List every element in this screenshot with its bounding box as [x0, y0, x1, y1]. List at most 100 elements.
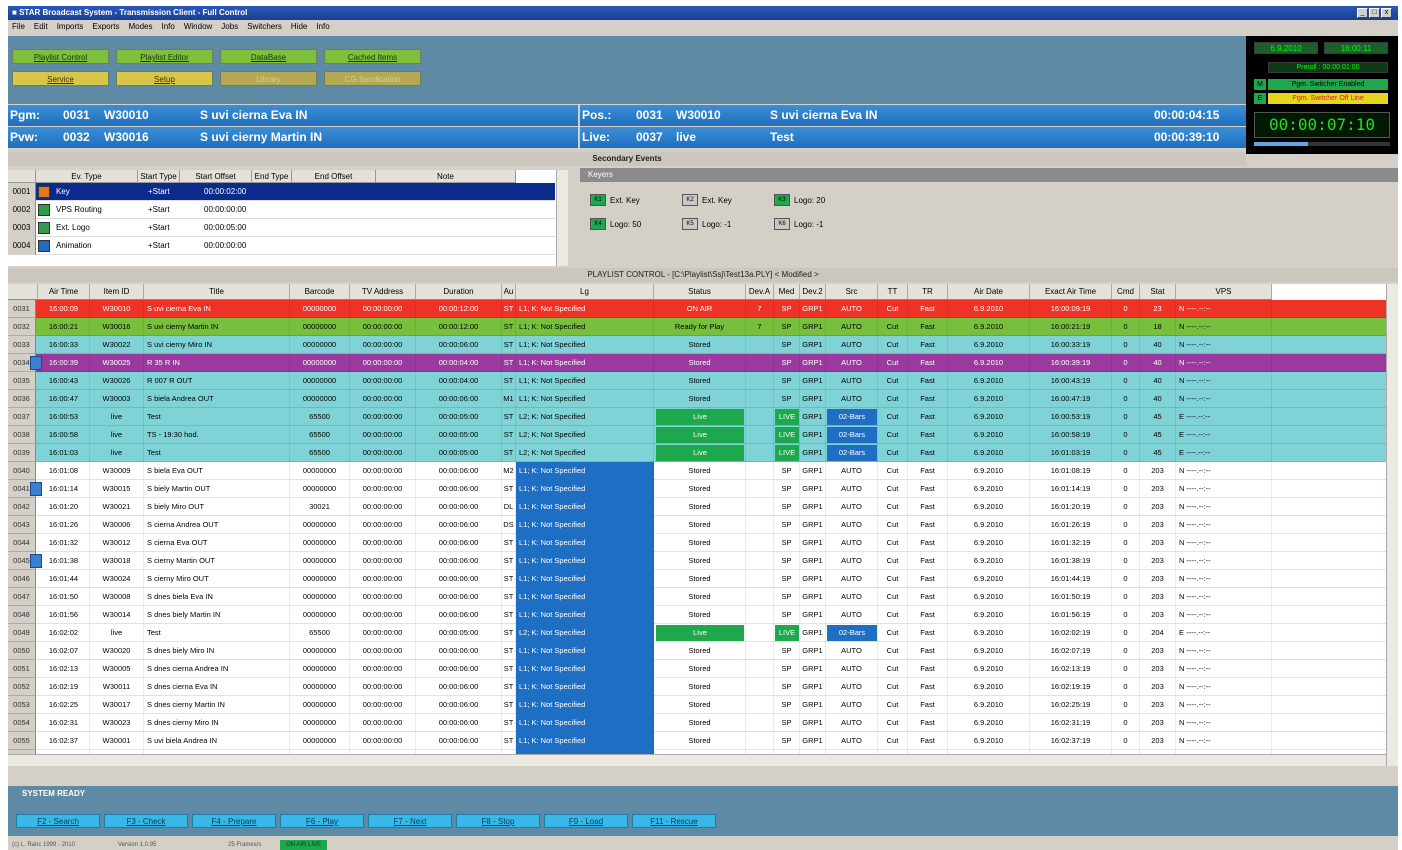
cell-vps: N ----.--:--	[1176, 336, 1272, 354]
playlist-column-header[interactable]: Dev.A	[746, 284, 774, 300]
playlist-row[interactable]: 0053 16:02:25 W30017 S dnes cierny Martin I…	[8, 696, 1386, 714]
function-key-button[interactable]: F2 - Search	[16, 814, 100, 828]
secondary-events-scrollbar[interactable]	[556, 170, 568, 266]
menu-item[interactable]: Exports	[92, 20, 119, 34]
keyer-toggle[interactable]: K5 Logo: -1	[682, 218, 731, 231]
playlist-column-header[interactable]: Cmd	[1112, 284, 1140, 300]
function-key-button[interactable]: F8 - Stop	[456, 814, 540, 828]
minimize-button[interactable]: _	[1357, 8, 1368, 18]
library-button[interactable]: Library	[220, 71, 317, 86]
cg-syndication-button[interactable]: CG Syndication	[324, 71, 421, 86]
secondary-event-row[interactable]: 0001 Key +Start 00:00:02:00	[8, 183, 555, 201]
playlist-row[interactable]: 0035 16:00:43 W30026 R 007 R OUT 00000000 00:…	[8, 372, 1386, 390]
secondary-events-column-header[interactable]: Start Type	[138, 170, 180, 183]
playlist-row[interactable]: 0043 16:01:26 W30006 S cierna Andrea OUT 000…	[8, 516, 1386, 534]
cell-date: 6.9.2010	[948, 714, 1030, 732]
playlist-row[interactable]: 0049 16:02:02 live Test 65500 00:00:00:00 00:0…	[8, 624, 1386, 642]
menu-item[interactable]: Window	[184, 20, 212, 34]
playlist-row[interactable]: 0052 16:02:19 W30011 S dnes cierna Eva IN 00…	[8, 678, 1386, 696]
function-key-button[interactable]: F6 - Play	[280, 814, 364, 828]
switch-offline-label[interactable]: Pgm. Switcher Off Line	[1268, 93, 1388, 104]
menu-item[interactable]: Info	[162, 20, 175, 34]
playlist-column-header[interactable]: TT	[878, 284, 908, 300]
playlist-row[interactable]: 0055 16:02:37 W30001 S uvi biela Andrea IN 0…	[8, 732, 1386, 750]
setup-button[interactable]: Setup	[116, 71, 213, 86]
function-key-button[interactable]: F11 - Rescue	[632, 814, 716, 828]
playlist-column-header[interactable]: Au	[502, 284, 516, 300]
playlist-column-header[interactable]: Status	[654, 284, 746, 300]
playlist-row[interactable]: 0048 16:01:56 W30014 S dnes biely Martin IN…	[8, 606, 1386, 624]
secondary-events-column-header[interactable]: End Offset	[292, 170, 376, 183]
playlist-column-header[interactable]: Med	[774, 284, 800, 300]
playlist-vertical-scrollbar[interactable]	[1386, 284, 1398, 766]
playlist-row[interactable]: 0051 16:02:13 W30005 S dnes cierna Andrea I…	[8, 660, 1386, 678]
secondary-events-column-header[interactable]: Ev. Type	[36, 170, 138, 183]
keyer-toggle[interactable]: K6 Logo: -1	[774, 218, 823, 231]
playlist-row[interactable]: 0044 16:01:32 W30012 S cierna Eva OUT 000000…	[8, 534, 1386, 552]
playlist-row[interactable]: 0046 16:01:44 W30024 S cierny Miro OUT 00000…	[8, 570, 1386, 588]
function-key-button[interactable]: F7 - Next	[368, 814, 452, 828]
playlist-row[interactable]: 0054 16:02:31 W30023 S dnes cierny Miro IN 0…	[8, 714, 1386, 732]
cell-dev2: GRP1	[800, 570, 826, 588]
playlist-row[interactable]: 0033 16:00:33 W30022 S uvi cierny Miro IN 00…	[8, 336, 1386, 354]
secondary-event-row[interactable]: 0004 Animation +Start 00:00:00:00	[8, 237, 555, 255]
menu-item[interactable]: Info	[316, 20, 329, 34]
playlist-column-header[interactable]: Duration	[416, 284, 502, 300]
function-key-button[interactable]: F4 - Prepare	[192, 814, 276, 828]
menu-item[interactable]: Jobs	[221, 20, 238, 34]
secondary-event-row[interactable]: 0002 VPS Routing +Start 00:00:00:00	[8, 201, 555, 219]
secondary-events-column-header[interactable]: Start Offset	[180, 170, 252, 183]
playlist-row[interactable]: 0034 16:00:39 W30025 R 35 R IN 00000000 00:00…	[8, 354, 1386, 372]
secondary-events-column-header[interactable]: End Type	[252, 170, 292, 183]
playlist-column-header[interactable]: Src	[826, 284, 878, 300]
playlist-row[interactable]: 0040 16:01:08 W30009 S biela Eva OUT 0000000…	[8, 462, 1386, 480]
cached-items-button[interactable]: Cached Items	[324, 49, 421, 64]
playlist-row[interactable]: 0045 16:01:38 W30018 S cierny Martin OUT 000…	[8, 552, 1386, 570]
close-button[interactable]: x	[1381, 8, 1392, 18]
playlist-horizontal-scrollbar[interactable]	[8, 754, 1386, 766]
playlist-row[interactable]: 0042 16:01:20 W30021 S biely Miro OUT 30021 0…	[8, 498, 1386, 516]
playlist-control-button[interactable]: Playlist Control	[12, 49, 109, 64]
switch-enabled-label[interactable]: Pgm. Switcher Enabled	[1268, 79, 1388, 90]
playlist-column-header[interactable]: VPS	[1176, 284, 1272, 300]
playlist-column-header[interactable]: Item ID	[90, 284, 144, 300]
playlist-column-header[interactable]: Air Time	[38, 284, 90, 300]
playlist-column-header[interactable]: Air Date	[948, 284, 1030, 300]
playlist-row[interactable]: 0050 16:02:07 W30020 S dnes biely Miro IN 00…	[8, 642, 1386, 660]
playlist-row[interactable]: 0041 16:01:14 W30015 S biely Martin OUT 0000…	[8, 480, 1386, 498]
keyer-toggle[interactable]: K3 Logo: 20	[774, 194, 825, 207]
playlist-row[interactable]: 0038 16:00:58 live TS - 19:30 hod. 65500 00:0…	[8, 426, 1386, 444]
playlist-column-header[interactable]: TV Address	[350, 284, 416, 300]
playlist-row[interactable]: 0036 16:00:47 W30003 S biela Andrea OUT 0000…	[8, 390, 1386, 408]
playlist-row[interactable]: 0032 16:00:21 W30016 S uvi cierny Martin IN…	[8, 318, 1386, 336]
secondary-events-column-header[interactable]: Note	[376, 170, 516, 183]
cell-lg: L1; K: Not Specified	[516, 714, 654, 732]
secondary-event-row[interactable]: 0003 Ext. Logo +Start 00:00:05:00	[8, 219, 555, 237]
menu-item[interactable]: Edit	[34, 20, 48, 34]
keyer-toggle[interactable]: K4 Logo: 50	[590, 218, 641, 231]
playlist-row[interactable]: 0031 16:00:09 W30010 S uvi cierna Eva IN 000…	[8, 300, 1386, 318]
function-key-button[interactable]: F9 - Load	[544, 814, 628, 828]
menu-item[interactable]: Imports	[57, 20, 84, 34]
playlist-column-header[interactable]: Dev.2	[800, 284, 826, 300]
playlist-column-header[interactable]: Lg	[516, 284, 654, 300]
playlist-column-header[interactable]: Exact Air Time	[1030, 284, 1112, 300]
playlist-column-header[interactable]: Stat	[1140, 284, 1176, 300]
menu-item[interactable]: Hide	[291, 20, 307, 34]
menu-item[interactable]: File	[12, 20, 25, 34]
keyer-toggle[interactable]: K1 Ext. Key	[590, 194, 640, 207]
playlist-row[interactable]: 0037 16:00:53 live Test 65500 00:00:00:00 00:0…	[8, 408, 1386, 426]
playlist-column-header[interactable]: Barcode	[290, 284, 350, 300]
maximize-button[interactable]: □	[1369, 8, 1380, 18]
playlist-column-header[interactable]: TR	[908, 284, 948, 300]
playlist-row[interactable]: 0039 16:01:03 live Test 65500 00:00:00:00 00:0…	[8, 444, 1386, 462]
service-button[interactable]: Service	[12, 71, 109, 86]
playlist-column-header[interactable]: Title	[144, 284, 290, 300]
keyer-toggle[interactable]: K2 Ext. Key	[682, 194, 732, 207]
playlist-row[interactable]: 0047 16:01:50 W30008 S dnes biela Eva IN 000…	[8, 588, 1386, 606]
menu-item[interactable]: Switchers	[247, 20, 282, 34]
menu-item[interactable]: Modes	[128, 20, 152, 34]
database-button[interactable]: DataBase	[220, 49, 317, 64]
function-key-button[interactable]: F3 - Check	[104, 814, 188, 828]
playlist-editor-button[interactable]: Playlist Editor	[116, 49, 213, 64]
